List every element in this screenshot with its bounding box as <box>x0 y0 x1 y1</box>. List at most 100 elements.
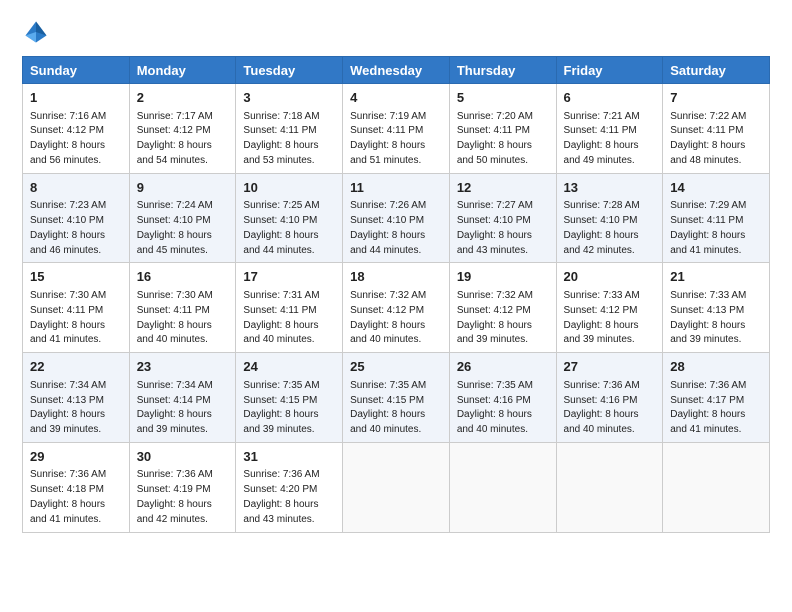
day-number: 15 <box>30 268 122 286</box>
calendar-col-header: Friday <box>556 57 663 84</box>
calendar-day-cell: 11 Sunrise: 7:26 AMSunset: 4:10 PMDaylig… <box>343 173 450 263</box>
day-number: 24 <box>243 358 335 376</box>
calendar-day-cell: 27 Sunrise: 7:36 AMSunset: 4:16 PMDaylig… <box>556 353 663 443</box>
day-detail: Sunrise: 7:30 AMSunset: 4:11 PMDaylight:… <box>137 290 213 345</box>
calendar-day-cell: 1 Sunrise: 7:16 AMSunset: 4:12 PMDayligh… <box>23 84 130 174</box>
day-number: 4 <box>350 89 442 107</box>
day-detail: Sunrise: 7:16 AMSunset: 4:12 PMDaylight:… <box>30 111 106 166</box>
calendar-day-cell: 9 Sunrise: 7:24 AMSunset: 4:10 PMDayligh… <box>129 173 236 263</box>
calendar-col-header: Monday <box>129 57 236 84</box>
calendar-col-header: Saturday <box>663 57 770 84</box>
calendar-day-cell: 16 Sunrise: 7:30 AMSunset: 4:11 PMDaylig… <box>129 263 236 353</box>
calendar-body: 1 Sunrise: 7:16 AMSunset: 4:12 PMDayligh… <box>23 84 770 533</box>
day-detail: Sunrise: 7:32 AMSunset: 4:12 PMDaylight:… <box>457 290 533 345</box>
calendar-col-header: Thursday <box>449 57 556 84</box>
day-number: 11 <box>350 179 442 197</box>
day-number: 26 <box>457 358 549 376</box>
header <box>22 18 770 46</box>
calendar-table: SundayMondayTuesdayWednesdayThursdayFrid… <box>22 56 770 533</box>
calendar-day-cell: 26 Sunrise: 7:35 AMSunset: 4:16 PMDaylig… <box>449 353 556 443</box>
day-detail: Sunrise: 7:24 AMSunset: 4:10 PMDaylight:… <box>137 200 213 255</box>
day-number: 8 <box>30 179 122 197</box>
calendar-empty-cell <box>449 442 556 532</box>
day-number: 17 <box>243 268 335 286</box>
day-detail: Sunrise: 7:27 AMSunset: 4:10 PMDaylight:… <box>457 200 533 255</box>
day-number: 12 <box>457 179 549 197</box>
calendar-day-cell: 31 Sunrise: 7:36 AMSunset: 4:20 PMDaylig… <box>236 442 343 532</box>
day-detail: Sunrise: 7:32 AMSunset: 4:12 PMDaylight:… <box>350 290 426 345</box>
day-detail: Sunrise: 7:35 AMSunset: 4:16 PMDaylight:… <box>457 380 533 435</box>
calendar-col-header: Tuesday <box>236 57 343 84</box>
day-detail: Sunrise: 7:28 AMSunset: 4:10 PMDaylight:… <box>564 200 640 255</box>
calendar-day-cell: 7 Sunrise: 7:22 AMSunset: 4:11 PMDayligh… <box>663 84 770 174</box>
calendar-day-cell: 20 Sunrise: 7:33 AMSunset: 4:12 PMDaylig… <box>556 263 663 353</box>
calendar-day-cell: 5 Sunrise: 7:20 AMSunset: 4:11 PMDayligh… <box>449 84 556 174</box>
day-detail: Sunrise: 7:29 AMSunset: 4:11 PMDaylight:… <box>670 200 746 255</box>
calendar-day-cell: 17 Sunrise: 7:31 AMSunset: 4:11 PMDaylig… <box>236 263 343 353</box>
day-detail: Sunrise: 7:34 AMSunset: 4:14 PMDaylight:… <box>137 380 213 435</box>
day-number: 25 <box>350 358 442 376</box>
day-detail: Sunrise: 7:17 AMSunset: 4:12 PMDaylight:… <box>137 111 213 166</box>
day-number: 27 <box>564 358 656 376</box>
calendar-week-row: 8 Sunrise: 7:23 AMSunset: 4:10 PMDayligh… <box>23 173 770 263</box>
day-number: 9 <box>137 179 229 197</box>
logo <box>22 18 54 46</box>
calendar-day-cell: 8 Sunrise: 7:23 AMSunset: 4:10 PMDayligh… <box>23 173 130 263</box>
calendar-col-header: Sunday <box>23 57 130 84</box>
calendar-week-row: 22 Sunrise: 7:34 AMSunset: 4:13 PMDaylig… <box>23 353 770 443</box>
day-number: 13 <box>564 179 656 197</box>
calendar-day-cell: 25 Sunrise: 7:35 AMSunset: 4:15 PMDaylig… <box>343 353 450 443</box>
day-number: 28 <box>670 358 762 376</box>
calendar-day-cell: 15 Sunrise: 7:30 AMSunset: 4:11 PMDaylig… <box>23 263 130 353</box>
calendar-day-cell: 28 Sunrise: 7:36 AMSunset: 4:17 PMDaylig… <box>663 353 770 443</box>
calendar-day-cell: 3 Sunrise: 7:18 AMSunset: 4:11 PMDayligh… <box>236 84 343 174</box>
day-detail: Sunrise: 7:34 AMSunset: 4:13 PMDaylight:… <box>30 380 106 435</box>
calendar-day-cell: 18 Sunrise: 7:32 AMSunset: 4:12 PMDaylig… <box>343 263 450 353</box>
calendar-empty-cell <box>343 442 450 532</box>
calendar-day-cell: 12 Sunrise: 7:27 AMSunset: 4:10 PMDaylig… <box>449 173 556 263</box>
day-number: 22 <box>30 358 122 376</box>
calendar-day-cell: 10 Sunrise: 7:25 AMSunset: 4:10 PMDaylig… <box>236 173 343 263</box>
day-detail: Sunrise: 7:26 AMSunset: 4:10 PMDaylight:… <box>350 200 426 255</box>
day-detail: Sunrise: 7:36 AMSunset: 4:17 PMDaylight:… <box>670 380 746 435</box>
day-number: 6 <box>564 89 656 107</box>
day-number: 31 <box>243 448 335 466</box>
day-number: 1 <box>30 89 122 107</box>
calendar-day-cell: 13 Sunrise: 7:28 AMSunset: 4:10 PMDaylig… <box>556 173 663 263</box>
day-detail: Sunrise: 7:20 AMSunset: 4:11 PMDaylight:… <box>457 111 533 166</box>
calendar-day-cell: 23 Sunrise: 7:34 AMSunset: 4:14 PMDaylig… <box>129 353 236 443</box>
day-number: 10 <box>243 179 335 197</box>
day-number: 14 <box>670 179 762 197</box>
day-number: 18 <box>350 268 442 286</box>
day-number: 30 <box>137 448 229 466</box>
calendar-week-row: 15 Sunrise: 7:30 AMSunset: 4:11 PMDaylig… <box>23 263 770 353</box>
calendar-empty-cell <box>556 442 663 532</box>
calendar-day-cell: 19 Sunrise: 7:32 AMSunset: 4:12 PMDaylig… <box>449 263 556 353</box>
day-detail: Sunrise: 7:23 AMSunset: 4:10 PMDaylight:… <box>30 200 106 255</box>
day-detail: Sunrise: 7:36 AMSunset: 4:20 PMDaylight:… <box>243 469 319 524</box>
calendar-day-cell: 2 Sunrise: 7:17 AMSunset: 4:12 PMDayligh… <box>129 84 236 174</box>
day-detail: Sunrise: 7:30 AMSunset: 4:11 PMDaylight:… <box>30 290 106 345</box>
day-number: 16 <box>137 268 229 286</box>
calendar-day-cell: 22 Sunrise: 7:34 AMSunset: 4:13 PMDaylig… <box>23 353 130 443</box>
calendar-day-cell: 24 Sunrise: 7:35 AMSunset: 4:15 PMDaylig… <box>236 353 343 443</box>
calendar-empty-cell <box>663 442 770 532</box>
day-detail: Sunrise: 7:18 AMSunset: 4:11 PMDaylight:… <box>243 111 319 166</box>
calendar-week-row: 29 Sunrise: 7:36 AMSunset: 4:18 PMDaylig… <box>23 442 770 532</box>
day-number: 19 <box>457 268 549 286</box>
day-detail: Sunrise: 7:35 AMSunset: 4:15 PMDaylight:… <box>350 380 426 435</box>
day-number: 7 <box>670 89 762 107</box>
day-detail: Sunrise: 7:35 AMSunset: 4:15 PMDaylight:… <box>243 380 319 435</box>
calendar-day-cell: 21 Sunrise: 7:33 AMSunset: 4:13 PMDaylig… <box>663 263 770 353</box>
day-number: 20 <box>564 268 656 286</box>
day-detail: Sunrise: 7:19 AMSunset: 4:11 PMDaylight:… <box>350 111 426 166</box>
day-detail: Sunrise: 7:31 AMSunset: 4:11 PMDaylight:… <box>243 290 319 345</box>
calendar-day-cell: 30 Sunrise: 7:36 AMSunset: 4:19 PMDaylig… <box>129 442 236 532</box>
day-number: 5 <box>457 89 549 107</box>
day-detail: Sunrise: 7:21 AMSunset: 4:11 PMDaylight:… <box>564 111 640 166</box>
day-number: 3 <box>243 89 335 107</box>
day-number: 23 <box>137 358 229 376</box>
logo-icon <box>22 18 50 46</box>
calendar-day-cell: 4 Sunrise: 7:19 AMSunset: 4:11 PMDayligh… <box>343 84 450 174</box>
day-detail: Sunrise: 7:36 AMSunset: 4:16 PMDaylight:… <box>564 380 640 435</box>
